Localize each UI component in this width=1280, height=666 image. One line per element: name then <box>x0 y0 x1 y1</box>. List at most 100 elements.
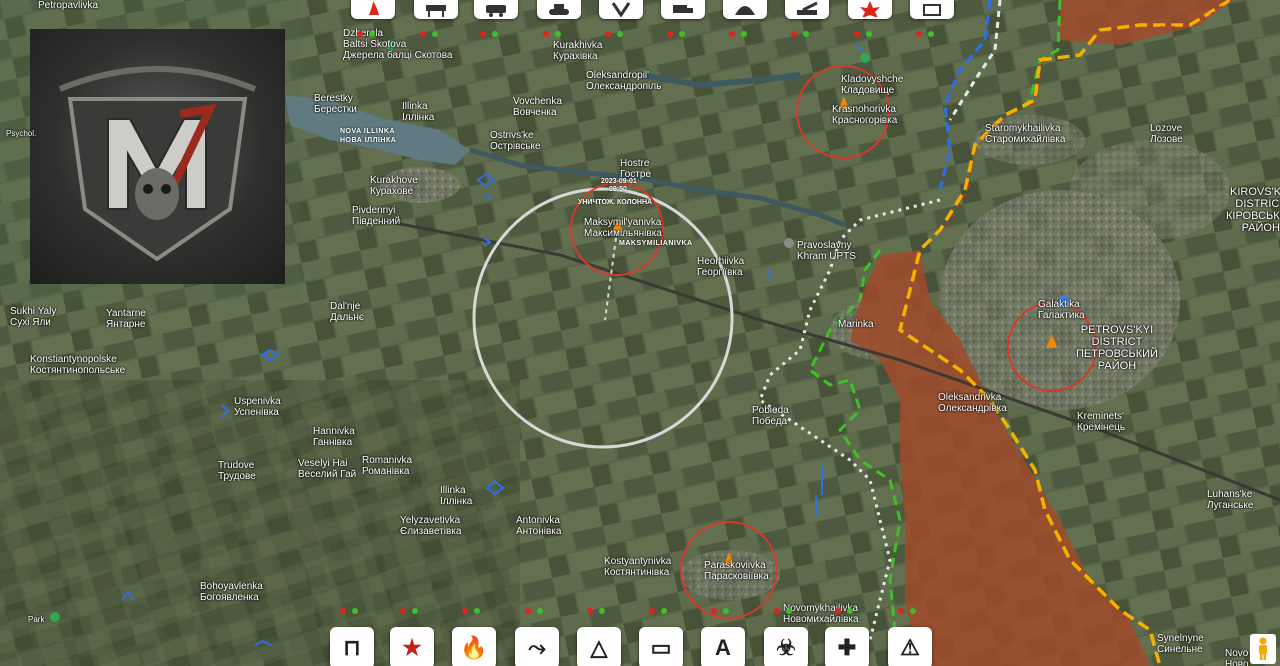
town-name: Synelnyne <box>1157 633 1204 644</box>
barrier-icon <box>426 5 446 17</box>
text-icon: A <box>715 635 731 660</box>
town-name-cyrillic: Кремінець <box>1077 422 1126 433</box>
toolbar-top-button[interactable] <box>474 0 518 19</box>
status-dots <box>649 608 667 614</box>
town-name: Staromykhailivka <box>985 123 1061 134</box>
town-label: Trudove Трудове <box>218 460 256 482</box>
town-name-cyrillic: Богоявленка <box>200 592 259 603</box>
town-label: Pobieda Победа <box>752 405 789 427</box>
status-dots <box>729 31 747 37</box>
town-label: Oleksandrivka Олександрівка <box>938 392 1007 414</box>
town-name: Kostyantynivka <box>604 556 672 567</box>
street-view-pegman[interactable] <box>1250 634 1276 664</box>
toolbar-bottom-button[interactable]: ⚠ <box>888 627 932 666</box>
town-name-cyrillic: Максимільянівка <box>584 228 662 239</box>
town-name-cyrillic: Антонівка <box>516 526 562 537</box>
status-dots <box>480 31 498 37</box>
district-line: РАЙОН <box>1097 360 1137 372</box>
toolbar-top-button[interactable] <box>351 0 395 19</box>
status-dots <box>357 31 375 37</box>
town-name: Lozove <box>1150 123 1183 134</box>
pegman-icon <box>1259 637 1267 660</box>
toolbar-bottom-button[interactable]: ☣ <box>764 627 808 666</box>
town-label: Sukhi Yaly Сухі Яли <box>10 306 56 328</box>
town-name-cyrillic: Янтарне <box>106 319 146 330</box>
town-label: Oleksandropil' Олександропіль <box>586 70 661 92</box>
toolbar-top-button[interactable] <box>848 0 892 19</box>
toolbar-bottom-button[interactable]: A <box>701 627 745 666</box>
toolbar-top-button[interactable] <box>785 0 829 19</box>
town-name-cyrillic: Старомихайлівка <box>985 134 1066 145</box>
town-label: Novo Ново <box>1225 648 1249 666</box>
town-name: Maksymil'yanivka <box>584 217 662 228</box>
town-name-cyrillic: Курахівка <box>553 51 598 62</box>
town-name: Krasnohorivka <box>832 104 896 115</box>
town-name-cyrillic: Новомихайлівка <box>783 614 859 625</box>
toolbar-bottom-button[interactable]: ▭ <box>639 627 683 666</box>
town-name: Antonivka <box>516 515 560 526</box>
town-label: Kostyantynivka Костянтинівка <box>604 556 671 578</box>
town-name-cyrillic: Олександрівка <box>938 403 1007 414</box>
district-line: PETROVS'KYI <box>1080 324 1154 336</box>
toolbar-bottom-button[interactable]: ⤳ <box>515 627 559 666</box>
town-name-cyrillic: Веселий Гай <box>298 469 357 480</box>
event-date: 2023-09-01 <box>601 178 637 185</box>
toolbar-top-button[interactable] <box>414 0 458 19</box>
town-name-cyrillic: Синельне <box>1157 644 1203 655</box>
toolbar-top-button[interactable] <box>599 0 643 19</box>
status-dots <box>605 31 623 37</box>
town-name: Illinka <box>402 101 428 112</box>
fire-icon <box>369 1 379 15</box>
town-name-cyrillic: Луганське <box>1207 500 1254 511</box>
town-name-cyrillic: Успенівка <box>234 407 279 418</box>
toolbar-bottom-button[interactable]: ⊓ <box>330 627 374 666</box>
toolbar-bottom-button[interactable]: △ <box>577 627 621 666</box>
fire-icon: 🔥 <box>460 635 488 660</box>
town-name: Kladovyshche <box>841 74 904 85</box>
town-label: Kurakhivka Курахівка <box>553 40 602 62</box>
town-name-cyrillic: Трудове <box>218 471 256 482</box>
event-time: 09:50 <box>609 186 627 193</box>
armored-vehicle-icon <box>486 5 506 17</box>
town-name: Heorhiivka <box>697 256 745 267</box>
town-name-cyrillic: Берестки <box>314 104 357 115</box>
town-label: Konstiantynopolske Костянтинопольське <box>30 354 125 376</box>
status-dots <box>854 31 872 37</box>
toolbar-top-button[interactable] <box>661 0 705 19</box>
town-name: Bohoyavlenka <box>200 581 263 592</box>
status-dots <box>711 608 729 614</box>
toolbar-bottom-button[interactable]: 🔥 <box>452 627 496 666</box>
town-label: Kurakhove Курахове <box>370 175 418 197</box>
town-name: Uspenivka <box>234 396 281 407</box>
toolbar-bottom-button[interactable]: ★ <box>390 627 434 666</box>
drone-icon <box>611 2 631 17</box>
status-dots <box>400 608 418 614</box>
town-label: Ostrivs'ke Острівське <box>490 130 541 152</box>
town-name-secondary: Джерела балці Скотова <box>343 50 453 61</box>
toolbar-top-button[interactable] <box>537 0 581 19</box>
town-name-cyrillic: Ново <box>1225 659 1249 666</box>
toolbar-top-button[interactable] <box>723 0 767 19</box>
road-label: MAKSYMILIANIVKA <box>619 240 693 247</box>
town-label: Novomykhailivka Новомихайлівка <box>783 603 859 625</box>
town-label: Yantarne Янтарне <box>106 308 146 330</box>
town-label: Staromykhailivka Старомихайлівка <box>985 123 1065 145</box>
town-name-cyrillic: Галактика <box>1038 310 1085 321</box>
town-name-cyrillic: Іллінка <box>440 496 473 507</box>
status-dots <box>791 31 809 37</box>
town-name-cyrillic: Романівка <box>362 466 410 477</box>
toolbar-top-button[interactable] <box>910 0 954 19</box>
toolbar-bottom-button[interactable]: ✚ <box>825 627 869 666</box>
status-dots <box>916 31 934 37</box>
town-name-cyrillic: Курахове <box>370 186 414 197</box>
town-name-cyrillic: Костянтинопольське <box>30 365 126 376</box>
status-dots <box>774 608 792 614</box>
town-label: Krasnohorivka Красногорівка <box>832 104 897 126</box>
artillery-icon <box>797 1 818 15</box>
town-label: Kladovyshche Кладовище <box>841 74 903 96</box>
district-label: PETROVS'KYI DISTRICT ПЕТРОВСЬКИЙ РАЙОН <box>1076 324 1158 372</box>
town-label: Dal'nje Дальнє <box>330 301 364 323</box>
town-name: Pravoslavny <box>797 240 852 251</box>
blank-tool-icon <box>923 4 941 16</box>
town-name: Pivdennyi <box>352 205 396 216</box>
